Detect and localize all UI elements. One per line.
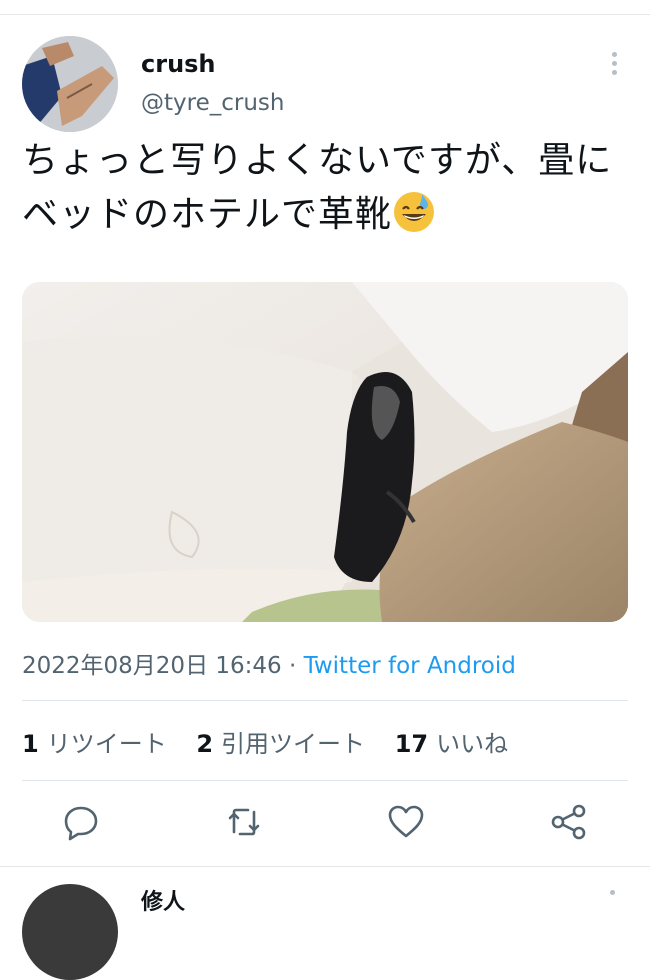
- grinning-face-with-sweat-icon: [392, 190, 436, 234]
- retweet-icon[interactable]: [224, 802, 264, 842]
- tweet-bottom-divider: [0, 866, 650, 867]
- tweet-meta: 2022年08月20日 16:46 · Twitter for Android: [22, 646, 516, 680]
- likes-label: いいね: [436, 730, 509, 758]
- top-divider: [0, 14, 650, 15]
- next-tweet-more-icon[interactable]: [610, 890, 615, 895]
- tweet-timestamp[interactable]: 2022年08月20日 16:46: [22, 653, 282, 679]
- more-options-icon[interactable]: [604, 52, 624, 80]
- reply-icon[interactable]: [61, 802, 101, 842]
- author-display-name[interactable]: crush: [141, 50, 216, 78]
- author-avatar[interactable]: [22, 36, 118, 132]
- tweet-body: ちょっと写りよくないですが、畳にベッドのホテルで革靴: [22, 140, 613, 235]
- next-tweet-display-name[interactable]: 修人: [141, 884, 185, 916]
- retweets-count: 1: [22, 730, 39, 758]
- tweet-source-link[interactable]: Twitter for Android: [304, 653, 516, 679]
- divider-stats: [22, 780, 628, 781]
- tweet-stats: 1 リツイート 2 引用ツイート 17 いいね: [22, 724, 530, 759]
- next-tweet-avatar[interactable]: [22, 884, 118, 980]
- likes-count: 17: [394, 730, 429, 758]
- tweet-text: ちょっと写りよくないですが、畳にベッドのホテルで革靴: [22, 134, 622, 242]
- divider-meta: [22, 700, 628, 701]
- like-icon[interactable]: [386, 802, 426, 842]
- author-handle[interactable]: @tyre_crush: [141, 90, 284, 116]
- quotes-count: 2: [196, 730, 214, 758]
- share-icon[interactable]: [549, 802, 589, 842]
- tweet-media-photo[interactable]: [22, 282, 628, 622]
- retweets-stat[interactable]: 1 リツイート: [22, 730, 167, 758]
- retweets-label: リツイート: [46, 730, 167, 758]
- quotes-label: 引用ツイート: [221, 730, 366, 758]
- likes-stat[interactable]: 17 いいね: [395, 730, 508, 758]
- meta-separator: ·: [288, 653, 297, 679]
- quotes-stat[interactable]: 2 引用ツイート: [196, 730, 365, 758]
